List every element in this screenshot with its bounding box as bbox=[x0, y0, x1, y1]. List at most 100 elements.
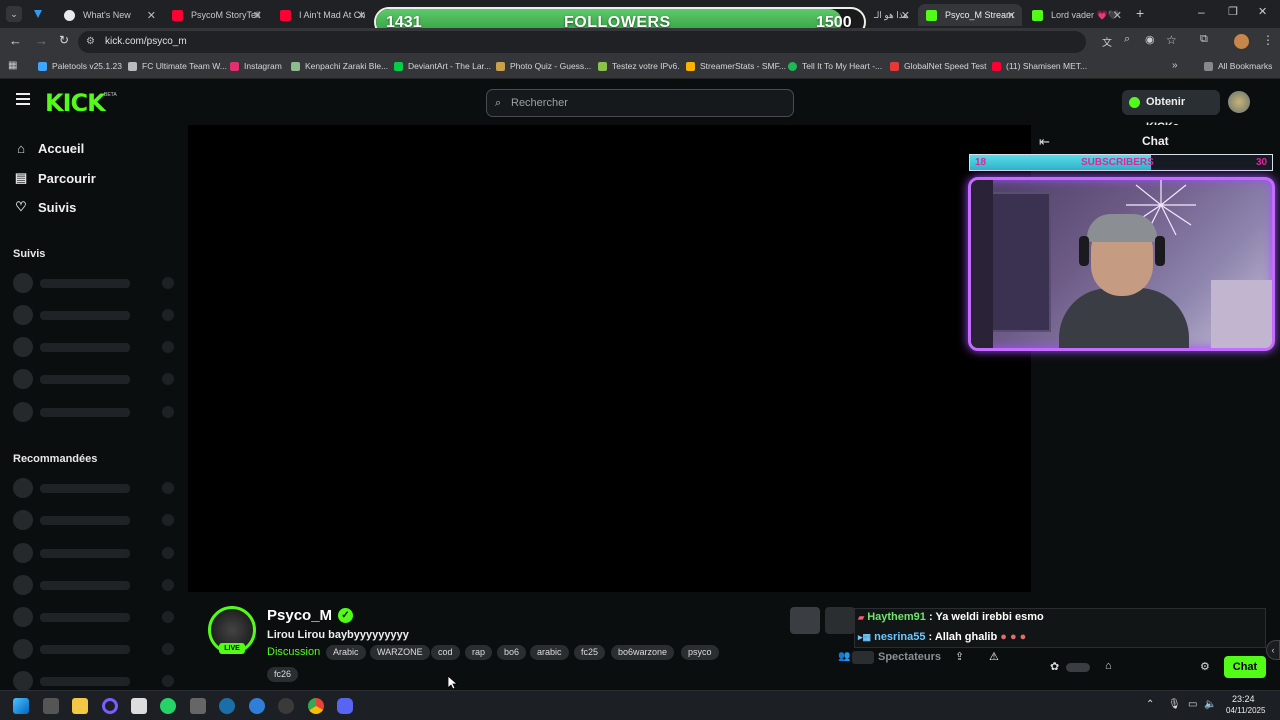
app-icon[interactable] bbox=[190, 698, 206, 714]
more-bookmarks-icon[interactable]: » bbox=[1172, 60, 1178, 71]
reload-icon[interactable]: ↻ bbox=[59, 33, 69, 47]
bookmark-fc-ultimate[interactable]: FC Ultimate Team W... bbox=[128, 61, 227, 71]
whatsapp-icon[interactable] bbox=[160, 698, 176, 714]
zoom-icon[interactable]: ⌕ bbox=[1124, 33, 1130, 46]
chrome-icon[interactable] bbox=[308, 698, 324, 714]
clock-date[interactable]: 04/11/2025 bbox=[1226, 706, 1265, 715]
back-button[interactable]: ← bbox=[9, 33, 22, 48]
close-tab-icon[interactable]: ✕ bbox=[1007, 9, 1016, 22]
bookmark-streamerstats[interactable]: StreamerStats - SMF... bbox=[686, 61, 786, 71]
tag-fc26[interactable]: fc26 bbox=[267, 667, 299, 682]
search-input[interactable]: ⌕ Rechercher bbox=[486, 89, 794, 117]
tab-aint-mad[interactable]: I Ain't Mad At Ch ✕ bbox=[272, 4, 372, 26]
emote-picker-icon[interactable]: ✿ bbox=[1050, 660, 1059, 673]
bookmark-deviantart[interactable]: DeviantArt - The Lar... bbox=[394, 61, 491, 71]
channel-name[interactable]: Psyco_M bbox=[267, 607, 332, 624]
tray-chevron-icon[interactable]: ⌃ bbox=[1146, 699, 1154, 710]
close-tab-icon[interactable]: ✕ bbox=[357, 9, 366, 22]
user-avatar[interactable] bbox=[1228, 91, 1250, 113]
browser-menu-icon[interactable]: ⋮ bbox=[1262, 33, 1274, 47]
extensions-icon[interactable]: ⧉ bbox=[1200, 33, 1208, 46]
windows-start-icon[interactable] bbox=[13, 698, 29, 714]
bookmark-photo-quiz[interactable]: Photo Quiz - Guess... bbox=[496, 61, 591, 71]
volume-icon[interactable]: 🔈 bbox=[1204, 699, 1216, 710]
app-icon[interactable] bbox=[131, 698, 147, 714]
subscribe-button-placeholder[interactable] bbox=[825, 607, 855, 634]
close-window-button[interactable]: ✕ bbox=[1258, 5, 1267, 18]
tab-arabic[interactable]: هذا هو الـ ✕ bbox=[866, 4, 916, 26]
streamer-cap bbox=[1087, 214, 1157, 242]
bookmark-shamisen[interactable]: (11) Shamisen MET... bbox=[992, 61, 1087, 71]
clock-time[interactable]: 23:24 bbox=[1232, 694, 1255, 704]
minimize-button[interactable]: – bbox=[1198, 5, 1205, 19]
share-icon[interactable]: ⇪ bbox=[955, 650, 964, 663]
collapse-chat-icon[interactable]: ⇤ bbox=[1039, 134, 1050, 150]
bookmark-globalnet[interactable]: GlobalNet Speed Test bbox=[890, 61, 987, 71]
follow-button-placeholder[interactable] bbox=[790, 607, 820, 634]
sidebar-item-suivis[interactable]: ♡ Suivis bbox=[14, 199, 76, 215]
all-bookmarks[interactable]: All Bookmarks bbox=[1204, 61, 1272, 71]
tag-warzone[interactable]: WARZONE bbox=[370, 645, 430, 660]
sidebar-item-parcourir[interactable]: ▤ Parcourir bbox=[14, 170, 96, 186]
microphone-icon[interactable]: 🎙 bbox=[1168, 699, 1181, 710]
tag-arabic[interactable]: Arabic bbox=[326, 645, 366, 660]
category-link[interactable]: Discussion bbox=[267, 646, 320, 658]
report-icon[interactable]: ⚠ bbox=[989, 650, 999, 663]
site-info-icon[interactable]: ⚙ bbox=[86, 31, 95, 53]
translate-icon[interactable]: 文 bbox=[1102, 34, 1112, 49]
close-tab-icon[interactable]: ✕ bbox=[253, 9, 262, 22]
address-bar[interactable]: ⚙ kick.com/psyco_m bbox=[78, 31, 1086, 53]
apps-icon[interactable]: ▦ bbox=[8, 60, 17, 71]
store-icon[interactable]: ⌂ bbox=[1105, 660, 1112, 672]
tag-arabic-lower[interactable]: arabic bbox=[530, 645, 569, 660]
discord-icon[interactable] bbox=[337, 698, 353, 714]
close-tab-icon[interactable]: ✕ bbox=[901, 9, 910, 22]
file-explorer-icon[interactable] bbox=[72, 698, 88, 714]
tab-pinned[interactable] bbox=[30, 6, 48, 22]
tag-fc25[interactable]: fc25 bbox=[574, 645, 606, 660]
chat-send-button[interactable]: Chat bbox=[1224, 656, 1266, 678]
channel-skeleton bbox=[13, 273, 178, 293]
sidebar-item-accueil[interactable]: ⌂ Accueil bbox=[14, 141, 84, 156]
video-player[interactable] bbox=[188, 125, 1031, 592]
chat-scroll-button[interactable]: ‹ bbox=[1266, 640, 1280, 660]
tab-whats-new[interactable]: What's New ✕ bbox=[56, 4, 162, 26]
steam-icon[interactable] bbox=[219, 698, 235, 714]
bookmark-star-icon[interactable]: ☆ bbox=[1166, 33, 1177, 47]
tab-psycom-storytell[interactable]: PsycoM StoryTell ✕ bbox=[164, 4, 268, 26]
new-tab-button[interactable]: + bbox=[1136, 5, 1144, 21]
bookmark-paletools[interactable]: Paletools v25.1.23 bbox=[38, 61, 122, 71]
app-circle-icon[interactable] bbox=[102, 698, 118, 714]
tag-bo6[interactable]: bo6 bbox=[497, 645, 527, 660]
headphones bbox=[1079, 236, 1089, 266]
app-icon[interactable] bbox=[278, 698, 294, 714]
tab-psyco-m-stream[interactable]: Psyco_M Stream ✕ bbox=[918, 4, 1022, 26]
close-tab-icon[interactable]: ✕ bbox=[147, 9, 156, 22]
get-kicks-button[interactable]: Obtenir KICKs bbox=[1122, 90, 1220, 133]
hamburger-menu-icon[interactable] bbox=[16, 93, 30, 105]
tab-lord-vader[interactable]: Lord vader 💗🖤 ✕ bbox=[1024, 4, 1128, 26]
tag-bo6warzone[interactable]: bo6warzone bbox=[611, 645, 675, 660]
bookmark-instagram[interactable]: Instagram bbox=[230, 61, 282, 71]
bookmark-spotify[interactable]: Tell It To My Heart -... bbox=[788, 61, 882, 71]
app-icon[interactable] bbox=[249, 698, 265, 714]
task-view-icon[interactable] bbox=[43, 698, 59, 714]
close-tab-icon[interactable]: ✕ bbox=[1113, 9, 1122, 22]
network-icon[interactable]: ▭ bbox=[1188, 699, 1197, 710]
bookmark-ipv6[interactable]: Testez votre IPv6. bbox=[598, 61, 680, 71]
chat-settings-icon[interactable]: ⚙ bbox=[1200, 660, 1210, 673]
tag-cod[interactable]: cod bbox=[431, 645, 460, 660]
emote-toggle[interactable] bbox=[1066, 663, 1090, 672]
chat-username[interactable]: nesrina55 bbox=[874, 631, 925, 643]
bookmark-kenpachi[interactable]: Kenpachi Zaraki Ble... bbox=[291, 61, 388, 71]
kick-logo[interactable]: KICK bbox=[45, 89, 106, 117]
forward-button[interactable]: → bbox=[35, 33, 48, 48]
maximize-button[interactable]: ❐ bbox=[1228, 5, 1238, 18]
tab-search-button[interactable]: ⌄ bbox=[6, 6, 22, 22]
profile-avatar[interactable] bbox=[1234, 34, 1249, 49]
tag-rap[interactable]: rap bbox=[465, 645, 493, 660]
eye-off-icon[interactable]: ◉ bbox=[1145, 33, 1155, 46]
chat-username[interactable]: Haythem91 bbox=[867, 611, 926, 623]
tag-psyco[interactable]: psyco bbox=[681, 645, 719, 660]
subscribers-target: 30 bbox=[1256, 157, 1268, 168]
